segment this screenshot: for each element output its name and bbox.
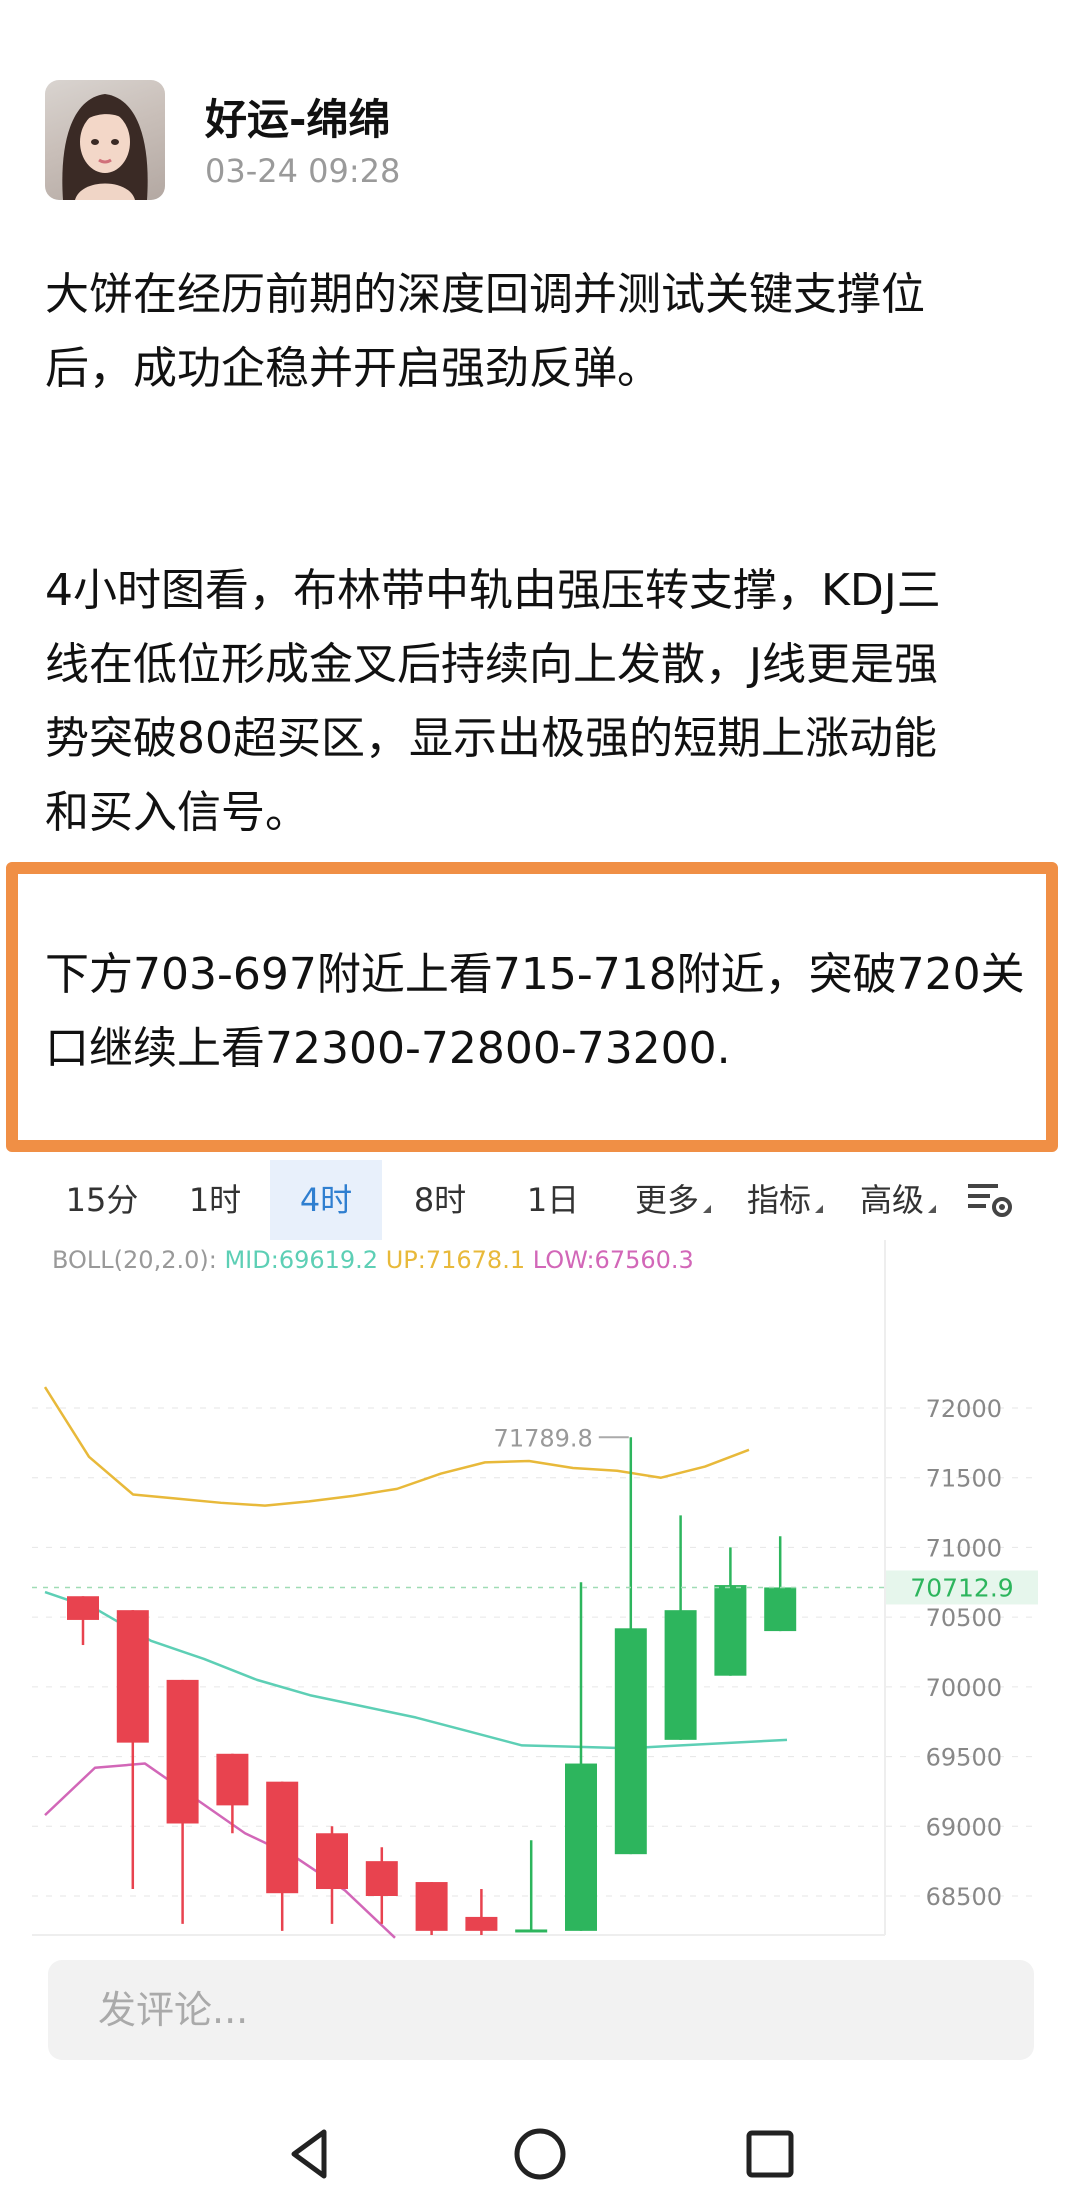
y-tick-label: 70000 — [926, 1674, 1002, 1702]
text-line: 势突破80超买区，显示出极强的短期上涨动能 — [45, 713, 937, 764]
candle-body — [614, 1628, 647, 1855]
text-line: 线在低位形成金叉后持续向上发散，J线更是强 — [45, 639, 938, 690]
candle-body — [166, 1679, 199, 1824]
high-price-label: 71789.8 — [494, 1424, 593, 1452]
post-header: 好运-绵绵 03-24 09:28 — [45, 80, 1035, 200]
boll-upper-line — [43, 1386, 750, 1507]
home-circle-icon[interactable] — [510, 2124, 570, 2184]
tab-15min[interactable]: 15分 — [52, 1160, 152, 1240]
current-price-label: 70712.9 — [910, 1573, 1013, 1602]
y-tick-label: 71000 — [926, 1534, 1002, 1562]
text-line: 和买入信号。 — [45, 787, 309, 838]
tab-more-label: 更多 — [634, 1181, 699, 1219]
author-name[interactable]: 好运-绵绵 — [205, 86, 390, 147]
text-line: 4小时图看，布林带中轨由强压转支撑，KDJ三 — [45, 565, 941, 616]
system-nav-bar — [0, 2100, 1080, 2205]
candle-body — [67, 1596, 99, 1620]
text-line: 后，成功企稳并开启强劲反弹。 — [45, 343, 661, 394]
comment-placeholder: 发评论... — [98, 1988, 249, 2032]
candle-body — [316, 1833, 348, 1890]
candle-body — [565, 1763, 597, 1931]
post-paragraph-3: 下方703-697附近上看715-718附近，突破720关 口继续上看72300… — [45, 938, 1045, 1086]
candle-body — [764, 1587, 797, 1632]
tab-4h[interactable]: 4时 — [270, 1160, 382, 1240]
corner-triangle-icon — [928, 1205, 936, 1213]
y-tick-label: 71500 — [926, 1465, 1002, 1493]
candle-body — [415, 1882, 448, 1931]
candle-body — [266, 1781, 299, 1894]
candle-body — [465, 1916, 498, 1931]
y-tick-label: 69000 — [926, 1813, 1002, 1841]
candlestick-chart[interactable]: 72000 71500 71000 70500 70000 69500 69000 68500… — [0, 1240, 1080, 1940]
candle-body — [365, 1861, 398, 1896]
candle-body — [515, 1929, 548, 1933]
candle-body — [664, 1610, 697, 1740]
tab-advanced[interactable]: 高级 — [843, 1160, 953, 1240]
tab-indicators-label: 指标 — [746, 1181, 811, 1219]
tab-1d[interactable]: 1日 — [503, 1160, 603, 1240]
corner-triangle-icon — [815, 1205, 823, 1213]
candle-body — [116, 1610, 149, 1743]
comment-input[interactable]: 发评论... — [48, 1960, 1034, 2060]
candle-body — [216, 1753, 249, 1806]
y-tick-label: 70500 — [926, 1604, 1002, 1632]
text-line: 下方703-697附近上看715-718附近，突破720关 — [45, 949, 1025, 1000]
y-tick-label: 69500 — [926, 1744, 1002, 1772]
text-line: 大饼在经历前期的深度回调并测试关键支撑位 — [45, 269, 925, 320]
post-paragraph-1: 大饼在经历前期的深度回调并测试关键支撑位 后，成功企稳并开启强劲反弹。 — [45, 258, 1045, 406]
candle-body — [714, 1585, 747, 1676]
y-tick-label: 68500 — [926, 1883, 1002, 1911]
timeframe-tabs: 15分 1时 4时 8时 1日 更多 指标 高级 — [0, 1160, 1080, 1240]
corner-triangle-icon — [703, 1205, 711, 1213]
tab-8h[interactable]: 8时 — [390, 1160, 490, 1240]
back-triangle-icon[interactable] — [280, 2124, 340, 2184]
tab-1h[interactable]: 1时 — [165, 1160, 265, 1240]
post-time: 03-24 09:28 — [205, 152, 401, 190]
post-paragraph-2: 4小时图看，布林带中轨由强压转支撑，KDJ三 线在低位形成金叉后持续向上发散，J… — [45, 554, 1045, 850]
recents-square-icon[interactable] — [740, 2124, 800, 2184]
avatar[interactable] — [45, 80, 165, 200]
tab-more[interactable]: 更多 — [618, 1160, 728, 1240]
y-tick-label: 72000 — [926, 1395, 1002, 1423]
tab-indicators[interactable]: 指标 — [730, 1160, 840, 1240]
avatar-portrait-image — [62, 94, 148, 200]
chart-settings-icon[interactable] — [966, 1180, 1016, 1220]
text-line: 口继续上看72300-72800-73200. — [45, 1023, 731, 1074]
tab-advanced-label: 高级 — [859, 1181, 924, 1219]
